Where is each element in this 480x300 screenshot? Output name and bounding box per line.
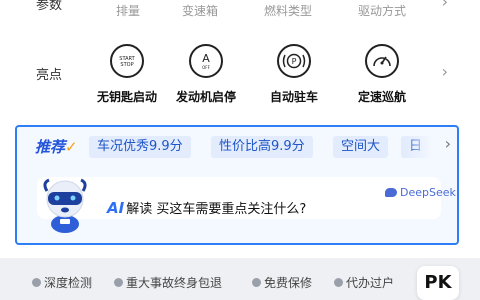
mascot-robot-icon [39,177,91,233]
tag-condition[interactable]: 车况优秀9.9分 [89,136,191,158]
check-dot-icon [334,278,343,287]
check-dot-icon [32,278,41,287]
feature-item: 深度检测 [32,274,92,291]
cruise-control-icon [365,44,399,78]
highlights-label: 亮点 [36,68,63,83]
ai-question: 解读 买这车需要重点关注什么? [126,202,307,217]
highlight-label: 无钥匙启动 [96,90,157,104]
feature-item: 重大事故终身包退 [114,274,222,291]
svg-text:A: A [202,52,210,65]
highlight-keyless-start[interactable]: START STOP 无钥匙启动 [85,44,169,105]
start-stop-button-icon: START STOP [110,44,144,78]
highlight-label: 自动驻车 [269,90,318,104]
recommend-ai-panel: 推荐✓ 车况优秀9.9分 性价比高9.9分 空间大 日 › AI解读 [15,125,459,245]
chevron-right-icon[interactable]: › [442,0,448,11]
deepseek-badge: DeepSeek [385,186,456,199]
highlight-cruise-control[interactable]: 定速巡航 [340,44,424,105]
tags-fade [405,133,433,161]
param-drive-mode: 驱动方式 [357,4,406,18]
chevron-right-icon[interactable]: › [442,62,448,81]
highlights-row[interactable]: 亮点 START STOP 无钥匙启动 A OFF 发动机启停 P 自动驻车 定… [0,38,480,118]
check-dot-icon [252,278,261,287]
ai-badge: AI [107,199,125,217]
params-label: 参数 [36,0,63,13]
param-transmission: 变速箱 [181,4,218,18]
deepseek-whale-icon [385,188,397,197]
recommend-logo: 推荐✓ [35,138,78,156]
highlight-label: 定速巡航 [357,90,406,104]
highlight-auto-hold[interactable]: P 自动驻车 [252,44,336,105]
highlight-engine-start-stop[interactable]: A OFF 发动机启停 [164,44,248,105]
service-features-row[interactable]: 深度检测 重大事故终身包退 免费保修 代办过户 [0,268,480,296]
check-dot-icon [114,278,123,287]
feature-item: 免费保修 [252,274,312,291]
params-row[interactable]: 参数 排量 变速箱 燃料类型 驱动方式 › [0,0,480,30]
chevron-right-icon[interactable]: › [445,134,451,153]
recommend-tags-row: 推荐✓ 车况优秀9.9分 性价比高9.9分 空间大 日 › [17,127,457,165]
pk-compare-button[interactable]: PK [417,266,459,300]
tag-space[interactable]: 空间大 [333,136,389,158]
svg-text:P: P [292,57,297,66]
parking-brake-icon: P [277,44,311,78]
ai-question-text[interactable]: AI 解读 买这车需要重点关注什么? [107,198,306,217]
param-displacement: 排量 [115,4,140,18]
tag-value[interactable]: 性价比高9.9分 [211,136,313,158]
svg-text:STOP: STOP [120,62,133,68]
feature-item: 代办过户 [334,274,394,291]
param-fuel-type: 燃料类型 [263,4,312,18]
highlight-label: 发动机启停 [175,90,236,104]
auto-start-stop-icon: A OFF [189,44,223,78]
car-detail-card: 参数 排量 变速箱 燃料类型 驱动方式 › 亮点 START STOP 无钥匙启… [0,0,480,258]
svg-text:OFF: OFF [202,65,210,70]
